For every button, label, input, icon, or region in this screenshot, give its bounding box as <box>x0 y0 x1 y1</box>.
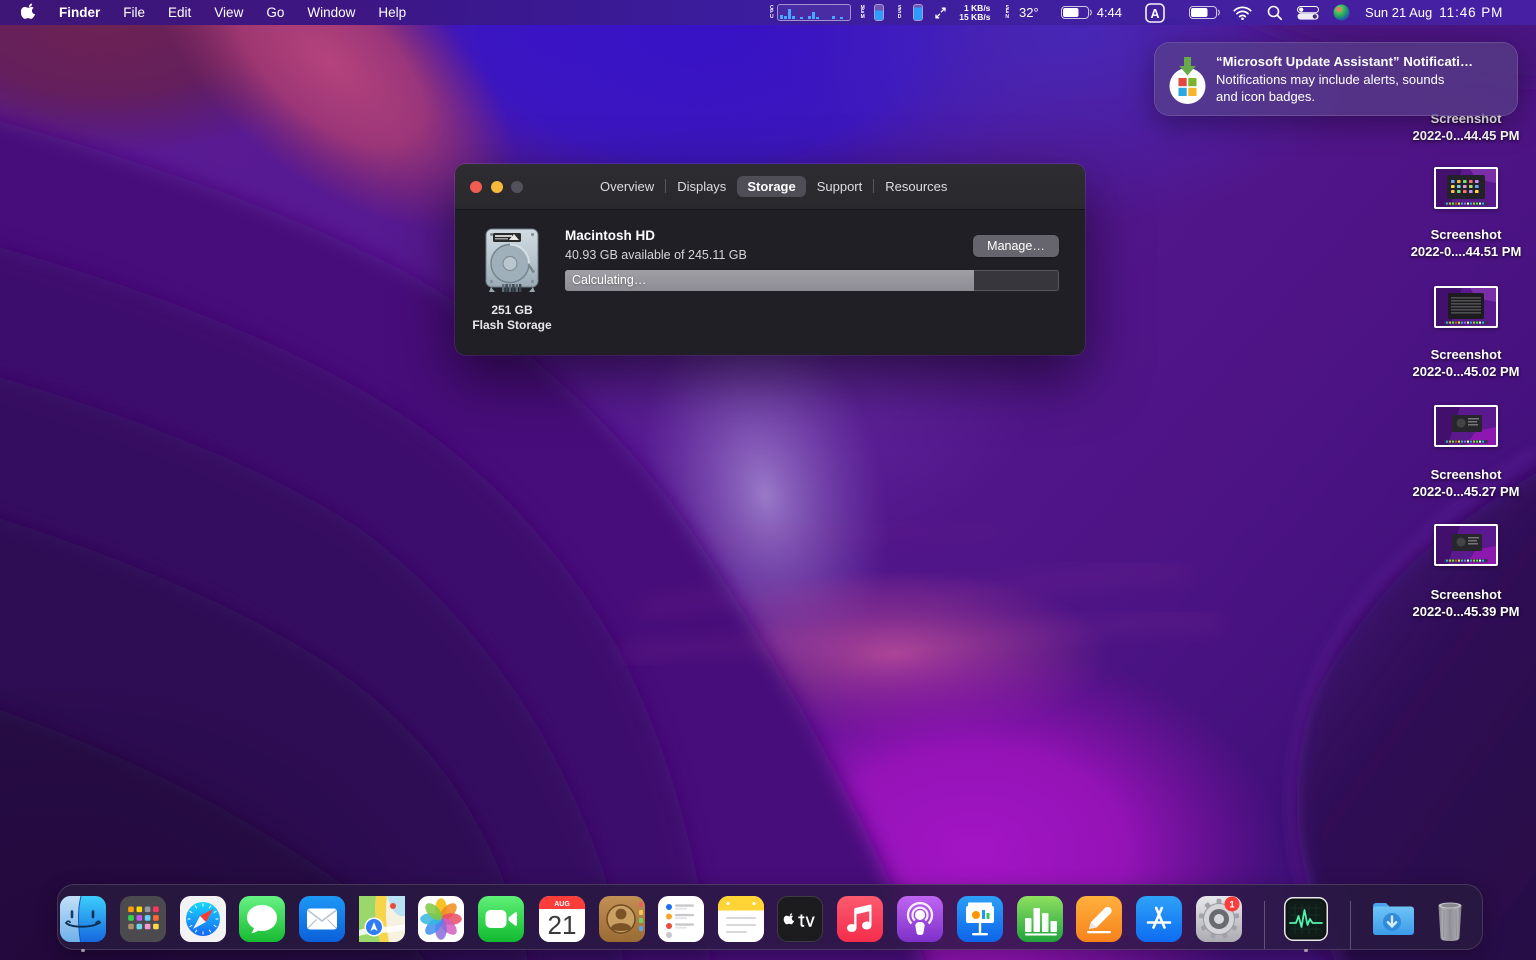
svg-text:A: A <box>1151 6 1160 20</box>
svg-text:AUG: AUG <box>554 901 570 908</box>
svg-text:21: 21 <box>548 910 577 940</box>
svg-text:1: 1 <box>1229 899 1235 910</box>
